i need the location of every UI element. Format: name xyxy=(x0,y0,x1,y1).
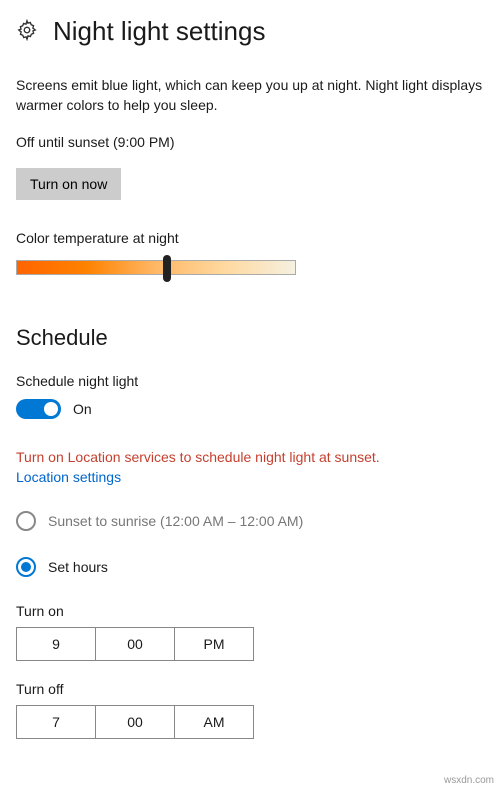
status-text: Off until sunset (9:00 PM) xyxy=(16,134,484,150)
schedule-toggle-row: Schedule night light On xyxy=(16,373,484,419)
turn-on-minute[interactable]: 00 xyxy=(96,628,175,660)
radio-set-hours-row[interactable]: Set hours xyxy=(16,557,484,577)
turn-on-now-button[interactable]: Turn on now xyxy=(16,168,121,200)
color-temp-label: Color temperature at night xyxy=(16,230,484,246)
page-title: Night light settings xyxy=(53,16,265,47)
location-warning: Turn on Location services to schedule ni… xyxy=(16,449,484,465)
description-text: Screens emit blue light, which can keep … xyxy=(16,75,484,116)
location-settings-link[interactable]: Location settings xyxy=(16,469,484,485)
schedule-toggle-label: Schedule night light xyxy=(16,373,484,389)
watermark: wsxdn.com xyxy=(444,775,494,786)
slider-thumb[interactable] xyxy=(163,255,171,282)
radio-set-hours-label: Set hours xyxy=(48,559,108,575)
radio-sunset-row[interactable]: Sunset to sunrise (12:00 AM – 12:00 AM) xyxy=(16,511,484,531)
toggle-knob xyxy=(44,402,58,416)
turn-on-ampm[interactable]: PM xyxy=(175,628,253,660)
gear-icon xyxy=(16,19,38,44)
radio-sunset-label: Sunset to sunrise (12:00 AM – 12:00 AM) xyxy=(48,513,303,529)
toggle-state-text: On xyxy=(73,401,92,417)
turn-off-ampm[interactable]: AM xyxy=(175,706,253,738)
radio-set-hours[interactable] xyxy=(16,557,36,577)
radio-sunset[interactable] xyxy=(16,511,36,531)
turn-off-minute[interactable]: 00 xyxy=(96,706,175,738)
turn-on-hour[interactable]: 9 xyxy=(17,628,96,660)
turn-on-picker[interactable]: 9 00 PM xyxy=(16,627,254,661)
page-header: Night light settings xyxy=(16,16,484,47)
color-temp-slider[interactable] xyxy=(16,260,296,275)
turn-off-label: Turn off xyxy=(16,681,484,697)
turn-off-picker[interactable]: 7 00 AM xyxy=(16,705,254,739)
schedule-heading: Schedule xyxy=(16,325,484,351)
turn-on-label: Turn on xyxy=(16,603,484,619)
turn-on-group: Turn on 9 00 PM xyxy=(16,603,484,661)
turn-off-group: Turn off 7 00 AM xyxy=(16,681,484,739)
turn-off-hour[interactable]: 7 xyxy=(17,706,96,738)
schedule-toggle[interactable] xyxy=(16,399,61,419)
